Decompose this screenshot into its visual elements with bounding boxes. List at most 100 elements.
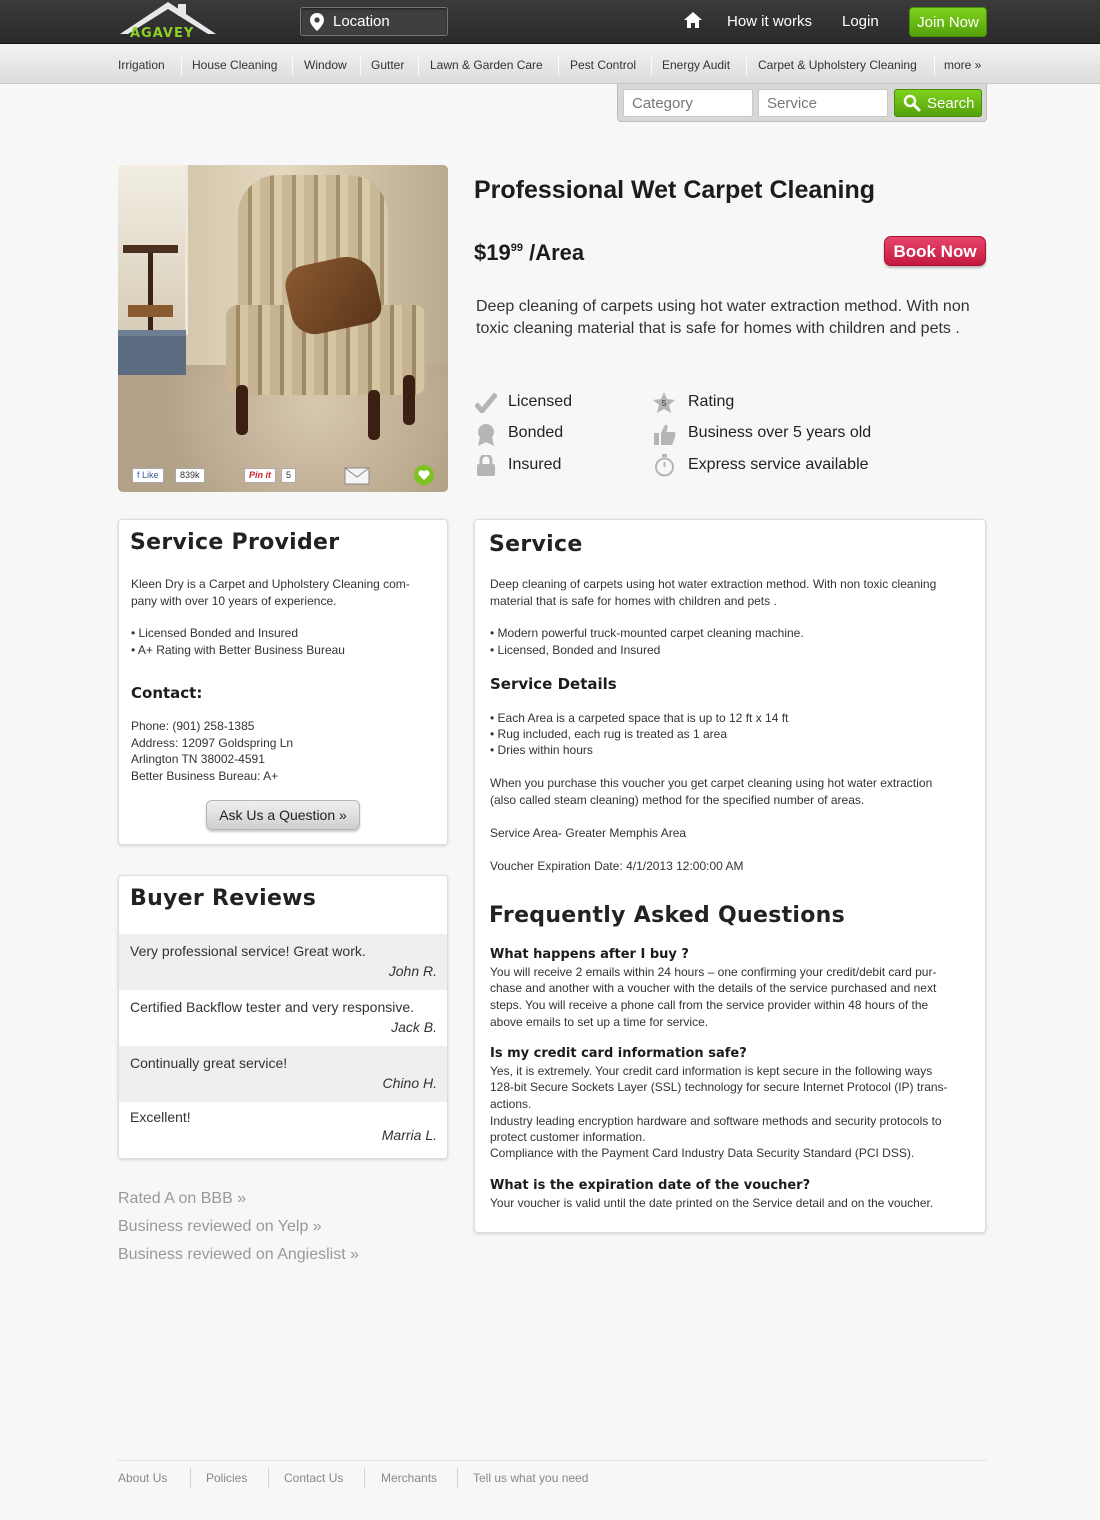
price-cents: 99: [510, 242, 523, 254]
footer-merchants[interactable]: Merchants: [381, 1471, 437, 1485]
product-image: f Like 839k Pin it 5: [118, 165, 448, 492]
how-it-works-link[interactable]: How it works: [727, 13, 812, 30]
category-more[interactable]: more »: [944, 58, 981, 72]
service-desc-line1: Deep cleaning of carpets using hot water…: [490, 577, 937, 591]
faq-answer-line: steps. You will receive a phone call fro…: [490, 998, 929, 1012]
service-title: Service: [489, 532, 583, 557]
category-input[interactable]: Category: [623, 89, 753, 117]
feature-bonded: Bonded: [508, 424, 564, 441]
service-bullet1: • Modern powerful truck-mounted carpet c…: [490, 626, 804, 640]
location-label: Location: [333, 13, 390, 30]
facebook-like-count: 839k: [175, 468, 205, 483]
review-author: John R.: [388, 963, 437, 979]
buyer-reviews-card: Buyer Reviews Very professional service!…: [118, 875, 448, 1159]
faq-answer-line: chase and another with a voucher with th…: [490, 981, 937, 995]
category-house-cleaning[interactable]: House Cleaning: [192, 58, 277, 72]
reviews-title: Buyer Reviews: [130, 886, 317, 911]
ask-question-button[interactable]: Ask Us a Question »: [206, 800, 360, 830]
footer-tell-us[interactable]: Tell us what you need: [473, 1471, 588, 1485]
category-energy-audit[interactable]: Energy Audit: [662, 58, 730, 72]
category-gutter[interactable]: Gutter: [371, 58, 404, 72]
review-text: Continually great service!: [130, 1055, 288, 1071]
provider-bullet1: • Licensed Bonded and Insured: [131, 626, 298, 640]
service-detail3: • Dries within hours: [490, 743, 593, 757]
email-share-icon[interactable]: [344, 467, 370, 485]
social-share-bar: f Like 839k Pin it 5: [118, 460, 448, 492]
yelp-review-link[interactable]: Business reviewed on Yelp »: [118, 1218, 322, 1236]
join-now-button[interactable]: Join Now: [909, 7, 987, 37]
service-bullet2: • Licensed, Bonded and Insured: [490, 643, 661, 657]
review-text: Excellent!: [130, 1109, 191, 1125]
footer-contact-us[interactable]: Contact Us: [284, 1471, 343, 1485]
voucher-line1: When you purchase this voucher you get c…: [490, 776, 933, 790]
faq-answer-line: 128-bit Secure Sockets Layer (SSL) techn…: [490, 1080, 948, 1094]
price-unit: /Area: [529, 240, 585, 265]
service-area: Service Area- Greater Memphis Area: [490, 826, 687, 840]
footer-divider: [118, 1460, 986, 1461]
voucher-line2: (also called steam cleaning) method for …: [490, 793, 865, 807]
book-now-button[interactable]: Book Now: [884, 236, 986, 266]
footer-policies[interactable]: Policies: [206, 1471, 247, 1485]
review-author: Jack B.: [391, 1019, 437, 1035]
map-pin-icon: [310, 13, 324, 31]
home-button[interactable]: [684, 12, 702, 33]
category-window[interactable]: Window: [304, 58, 347, 72]
feature-rating: Rating: [688, 393, 735, 410]
faq-title: Frequently Asked Questions: [489, 903, 846, 928]
category-lawn-garden[interactable]: Lawn & Garden Care: [430, 58, 543, 72]
pinterest-count: 5: [281, 468, 297, 483]
faq-question: What is the expiration date of the vouch…: [490, 1178, 811, 1193]
agavey-logo[interactable]: AGAVEY: [116, 0, 220, 44]
faq-answer-line: Industry leading encryption hardware and…: [490, 1114, 942, 1128]
contact-bbb: Better Business Bureau: A+: [131, 769, 279, 783]
bbb-rating-link[interactable]: Rated A on BBB »: [118, 1190, 246, 1208]
product-price: $1999 /Area: [474, 240, 584, 266]
search-panel: Category Service Search: [617, 84, 987, 122]
checkmark-icon: [475, 393, 497, 413]
review-item: Continually great service! Chino H.: [119, 1046, 447, 1102]
location-selector[interactable]: Location: [300, 7, 448, 36]
facebook-like-button[interactable]: f Like: [132, 468, 164, 483]
provider-desc-line1: Kleen Dry is a Carpet and Upholstery Cle…: [131, 577, 410, 591]
favorite-heart-icon[interactable]: [414, 465, 434, 485]
price-dollars: $19: [474, 240, 511, 265]
faq-question: Is my credit card information safe?: [490, 1046, 747, 1061]
thumbs-up-icon: [654, 424, 676, 445]
faq-answer-line: actions.: [490, 1097, 532, 1111]
contact-address1: Address: 12097 Goldspring Ln: [131, 736, 294, 750]
review-text: Certified Backflow tester and very respo…: [130, 999, 415, 1015]
product-title: Professional Wet Carpet Cleaning: [474, 176, 876, 204]
footer-about-us[interactable]: About Us: [118, 1471, 167, 1485]
review-item: Very professional service! Great work. J…: [119, 934, 447, 990]
feature-business-age: Business over 5 years old: [688, 424, 872, 441]
home-icon: [684, 12, 702, 28]
logo-text: AGAVEY: [130, 26, 195, 41]
contact-title: Contact:: [131, 684, 203, 702]
review-text: Very professional service! Great work.: [130, 943, 366, 959]
contact-address2: Arlington TN 38002-4591: [131, 752, 265, 766]
product-description: Deep cleaning of carpets using hot water…: [476, 298, 970, 337]
provider-bullet2: • A+ Rating with Better Business Bureau: [131, 643, 345, 657]
feature-licensed: Licensed: [508, 393, 573, 410]
angieslist-review-link[interactable]: Business reviewed on Angieslist »: [118, 1246, 359, 1264]
service-input[interactable]: Service: [758, 89, 888, 117]
pinterest-button[interactable]: Pin it: [244, 468, 276, 483]
top-navigation-bar: AGAVEY Location How it works Login Join …: [0, 0, 1100, 44]
voucher-expiration: Voucher Expiration Date: 4/1/2013 12:00:…: [490, 859, 744, 873]
category-carpet-upholstery[interactable]: Carpet & Upholstery Cleaning: [758, 58, 917, 72]
search-button-label: Search: [927, 95, 975, 112]
search-button[interactable]: Search: [894, 89, 982, 117]
provider-desc-line2: pany with over 10 years of experience.: [131, 594, 337, 608]
login-link[interactable]: Login: [842, 13, 879, 30]
service-desc-line2: material that is safe for homes with chi…: [490, 594, 777, 608]
faq-answer-line: protect customer information.: [490, 1130, 646, 1144]
category-pest-control[interactable]: Pest Control: [570, 58, 636, 72]
review-item: Certified Backflow tester and very respo…: [119, 990, 447, 1046]
review-author: Chino H.: [382, 1075, 437, 1091]
category-irrigation[interactable]: Irrigation: [118, 58, 165, 72]
lock-icon: [477, 455, 495, 476]
faq-answer-line: Compliance with the Payment Card Industr…: [490, 1146, 915, 1160]
faq-answer-line: Yes, it is extremely. Your credit card i…: [490, 1064, 933, 1078]
review-author: Marria L.: [381, 1127, 437, 1143]
rating-number: 5: [662, 399, 667, 408]
